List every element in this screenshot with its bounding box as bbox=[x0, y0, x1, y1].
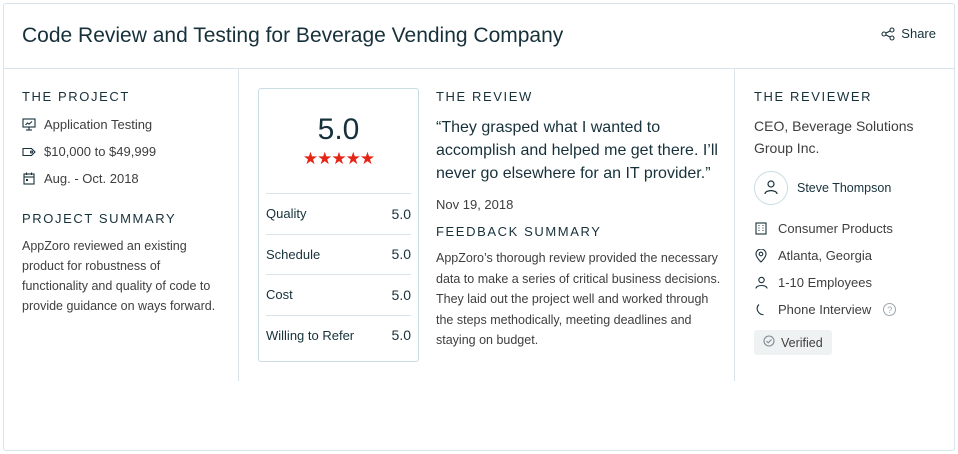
calendar-icon bbox=[22, 172, 36, 186]
score-value: 5.0 bbox=[391, 246, 411, 263]
reviewer-person: Steve Thompson bbox=[754, 171, 949, 205]
verified-label: Verified bbox=[781, 335, 823, 350]
project-service: Application Testing bbox=[22, 111, 227, 138]
score-row-quality: Quality 5.0 bbox=[266, 193, 411, 234]
check-circle-icon bbox=[763, 335, 775, 350]
project-dates: Aug. - Oct. 2018 bbox=[22, 165, 227, 192]
reviewer-column: THE REVIEWER CEO, Beverage Solutions Gro… bbox=[754, 89, 949, 355]
review-section-label: THE REVIEW bbox=[436, 89, 533, 104]
avatar bbox=[754, 171, 788, 205]
interview-type-text: Phone Interview bbox=[778, 302, 872, 317]
review-card: Code Review and Testing for Beverage Ven… bbox=[3, 3, 955, 451]
reviewer-meta-list: Consumer Products Atlanta, Georgia 1-10 … bbox=[754, 215, 949, 323]
score-value: 5.0 bbox=[391, 205, 411, 222]
service-text: Application Testing bbox=[44, 117, 153, 132]
score-value: 5.0 bbox=[391, 286, 411, 303]
share-label: Share bbox=[901, 26, 936, 41]
dates-text: Aug. - Oct. 2018 bbox=[44, 171, 139, 186]
reviewer-location: Atlanta, Georgia bbox=[754, 242, 949, 269]
price-tag-icon bbox=[22, 145, 36, 159]
score-label: Willing to Refer bbox=[266, 327, 355, 343]
review-date: Nov 19, 2018 bbox=[436, 197, 514, 212]
reviewer-interview-type: Phone Interview ? bbox=[754, 296, 949, 323]
help-icon[interactable]: ? bbox=[883, 303, 897, 316]
project-meta-list: Application Testing $10,000 to $49,999 A… bbox=[22, 111, 227, 192]
user-icon bbox=[754, 276, 768, 290]
project-summary-text: AppZoro reviewed an existing product for… bbox=[22, 239, 216, 313]
card-header: Code Review and Testing for Beverage Ven… bbox=[4, 4, 954, 69]
feedback-summary-label: FEEDBACK SUMMARY bbox=[436, 224, 602, 239]
score-row-cost: Cost 5.0 bbox=[266, 274, 411, 315]
rating-box: 5.0 ★★★★★ Quality 5.0 Schedule 5.0 Cost … bbox=[258, 88, 419, 362]
company-size-text: 1-10 Employees bbox=[778, 275, 872, 290]
reviewer-company-size: 1-10 Employees bbox=[754, 269, 949, 296]
score-label: Quality bbox=[266, 206, 307, 222]
project-column: THE PROJECT Application Testing $10,000 … bbox=[22, 89, 227, 316]
industry-text: Consumer Products bbox=[778, 221, 893, 236]
project-budget: $10,000 to $49,999 bbox=[22, 138, 227, 165]
score-value: 5.0 bbox=[391, 327, 411, 344]
reviewer-title: CEO, Beverage Solutions Group Inc. bbox=[754, 118, 914, 156]
share-icon bbox=[881, 26, 895, 41]
column-divider bbox=[238, 69, 239, 381]
overall-rating: 5.0 bbox=[317, 113, 360, 146]
feedback-summary-text: AppZoro’s thorough review provided the n… bbox=[436, 251, 721, 347]
reviewer-industry: Consumer Products bbox=[754, 215, 949, 242]
budget-text: $10,000 to $49,999 bbox=[44, 144, 157, 159]
project-summary-label: PROJECT SUMMARY bbox=[22, 211, 177, 226]
review-title: Code Review and Testing for Beverage Ven… bbox=[22, 24, 564, 47]
project-section-label: THE PROJECT bbox=[22, 89, 130, 104]
review-column: THE REVIEW “They grasped what I wanted t… bbox=[436, 89, 721, 351]
score-row-schedule: Schedule 5.0 bbox=[266, 233, 411, 275]
score-label: Schedule bbox=[266, 246, 321, 262]
location-text: Atlanta, Georgia bbox=[778, 248, 872, 263]
map-pin-icon bbox=[754, 248, 768, 263]
column-divider bbox=[734, 69, 735, 381]
score-row-willing-to-refer: Willing to Refer 5.0 bbox=[266, 314, 411, 356]
review-quote: “They grasped what I wanted to accomplis… bbox=[436, 119, 718, 182]
reviewer-name: Steve Thompson bbox=[797, 181, 892, 195]
monitor-icon bbox=[22, 118, 36, 132]
phone-icon bbox=[754, 303, 768, 317]
verified-badge: Verified bbox=[754, 330, 832, 355]
score-list: Quality 5.0 Schedule 5.0 Cost 5.0 Willin… bbox=[266, 193, 411, 355]
share-button[interactable]: Share bbox=[881, 26, 936, 41]
score-label: Cost bbox=[266, 287, 293, 303]
user-icon bbox=[763, 179, 779, 198]
building-icon bbox=[754, 222, 768, 236]
reviewer-section-label: THE REVIEWER bbox=[754, 89, 873, 104]
star-rating: ★★★★★ bbox=[302, 149, 375, 168]
